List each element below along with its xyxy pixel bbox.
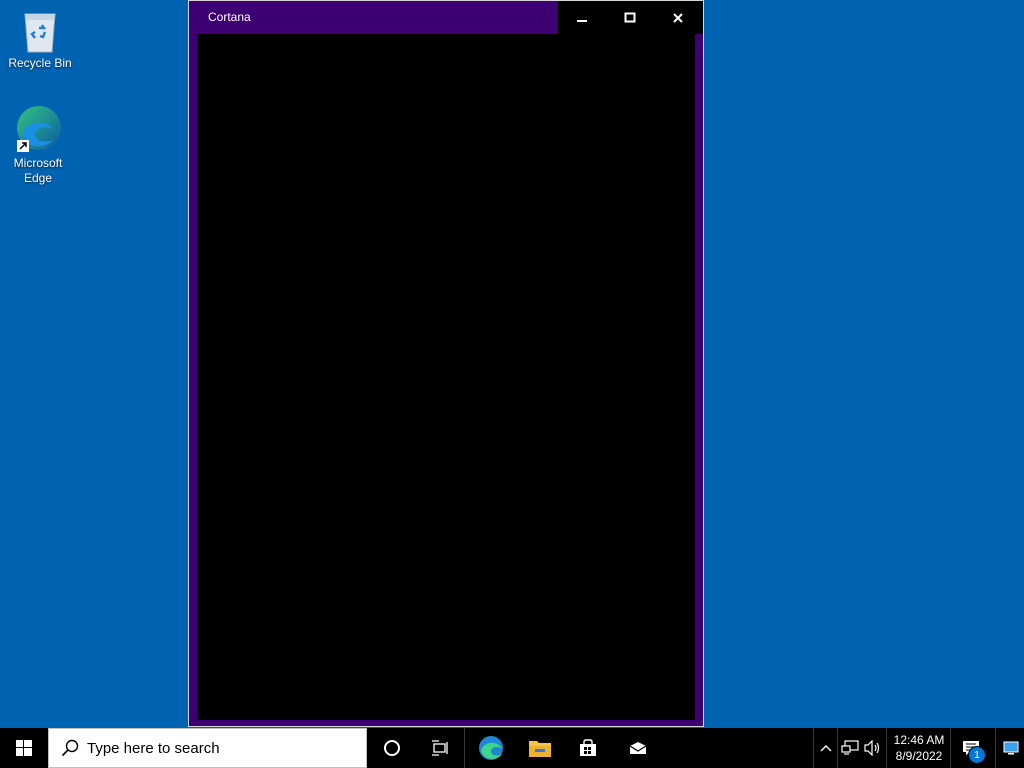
recycle-bin-icon [24,13,56,53]
task-view-icon [432,740,448,756]
show-hidden-icons-button[interactable] [813,728,838,768]
microsoft-store-button[interactable] [564,728,612,768]
window-titlebar[interactable]: Cortana [189,1,703,34]
desktop-icon-microsoft-edge[interactable]: Microsoft Edge [0,104,76,186]
clock-time: 12:46 AM [893,733,945,747]
cortana-taskbar-button[interactable] [368,728,416,768]
volume-button[interactable] [861,728,885,768]
caption-controls [558,1,703,34]
desktop-preview-icon [1003,741,1018,755]
edge-icon [479,736,503,760]
search-box[interactable]: Type here to search [48,728,367,768]
search-placeholder: Type here to search [87,739,220,757]
file-explorer-button[interactable] [516,728,564,768]
store-icon [580,739,596,756]
start-button[interactable] [0,728,48,768]
desktop-icon-recycle-bin[interactable]: Recycle Bin [2,8,78,71]
edge-icon [17,106,61,152]
network-button[interactable] [837,728,862,768]
windows-logo-icon [16,740,32,756]
speaker-icon [864,740,880,756]
clock-date: 8/9/2022 [895,749,943,763]
close-button[interactable] [654,1,702,34]
desktop-icon-label: Recycle Bin [8,56,72,70]
clock-button[interactable]: 12:46 AM 8/9/2022 [886,728,951,768]
network-icon [841,740,859,755]
minimize-button[interactable] [558,1,606,34]
show-desktop-button[interactable] [995,728,1024,768]
cortana-window[interactable]: Cortana [188,0,704,727]
task-view-button[interactable] [416,728,464,768]
taskbar: Type here to search 12:46 AM 8/9/2022 [0,728,1024,768]
desktop[interactable]: Recycle Bin Microsoft Edge Cortana [0,0,1024,728]
file-explorer-icon [529,741,551,757]
mail-button[interactable] [612,728,664,768]
taskbar-edge-button[interactable] [464,728,517,768]
notification-count-badge: 1 [968,746,986,764]
maximize-button[interactable] [606,1,654,34]
desktop-icon-label: Microsoft Edge [13,156,63,185]
window-title: Cortana [208,10,251,24]
mail-icon [629,742,647,754]
search-icon [61,739,79,757]
cortana-content [197,34,695,720]
close-icon [673,12,683,23]
maximize-icon [624,12,636,22]
minimize-icon [577,19,587,22]
cortana-icon [384,740,400,756]
chevron-up-icon [820,745,832,752]
